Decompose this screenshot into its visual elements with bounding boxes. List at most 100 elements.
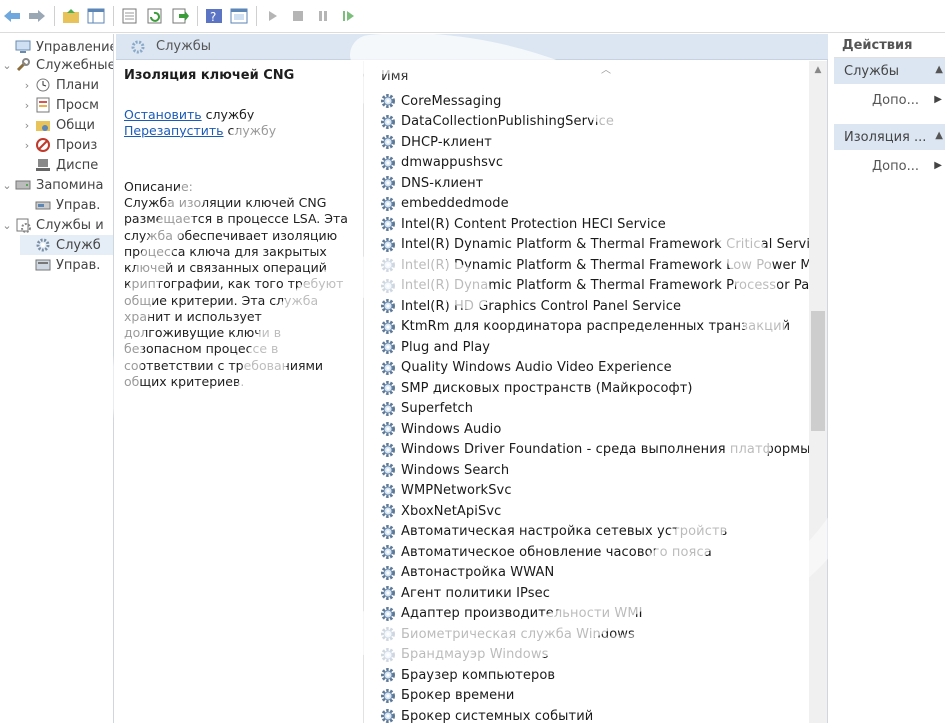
tree-item[interactable]: Управление к bbox=[0, 37, 113, 57]
service-row[interactable]: Биометрическая служба Windows bbox=[365, 624, 809, 645]
tree-item[interactable]: ⌄ Запомина bbox=[0, 175, 103, 195]
tree-item[interactable]: ⌄ Служебные bbox=[0, 55, 113, 75]
tree-item[interactable]: Диспе bbox=[20, 155, 98, 175]
play-icon[interactable] bbox=[261, 4, 285, 28]
service-row[interactable]: DataCollectionPublishingService bbox=[365, 112, 809, 133]
scroll-up-icon[interactable]: ▲ bbox=[809, 61, 827, 79]
service-row[interactable]: Intel(R) Content Protection HECI Service bbox=[365, 214, 809, 235]
stop-service-row: Остановить службу bbox=[124, 107, 355, 123]
service-row[interactable]: KtmRm для координатора распределенных тр… bbox=[365, 317, 809, 338]
properties-view-icon[interactable] bbox=[227, 4, 251, 28]
service-row[interactable]: Plug and Play bbox=[365, 337, 809, 358]
service-row[interactable]: dmwappushsvc bbox=[365, 153, 809, 174]
service-row[interactable]: embeddedmode bbox=[365, 194, 809, 215]
service-row[interactable]: DNS-клиент bbox=[365, 173, 809, 194]
service-row[interactable]: Quality Windows Audio Video Experience bbox=[365, 358, 809, 379]
service-row[interactable]: Windows Audio bbox=[365, 419, 809, 440]
service-row[interactable]: CoreMessaging bbox=[365, 91, 809, 112]
service-row[interactable]: Windows Search bbox=[365, 460, 809, 481]
chevron-right-icon[interactable]: › bbox=[20, 99, 34, 112]
service-gear-icon bbox=[379, 687, 397, 705]
help-icon[interactable]: ? bbox=[202, 4, 226, 28]
service-row[interactable]: Браузер компьютеров bbox=[365, 665, 809, 686]
restart-service-link[interactable]: Перезапустить bbox=[124, 123, 224, 138]
tree-item-label: Служб bbox=[56, 237, 101, 253]
show-hide-tree-icon[interactable] bbox=[84, 4, 108, 28]
tree-item[interactable]: › Плани bbox=[20, 75, 99, 95]
service-name: Superfetch bbox=[401, 401, 474, 417]
tree-item[interactable]: ⌄ Службы и bbox=[0, 215, 104, 235]
service-gear-icon bbox=[379, 133, 397, 151]
service-row[interactable]: Intel(R) Dynamic Platform & Thermal Fram… bbox=[365, 235, 809, 256]
column-header-name[interactable]: Имя ︿ bbox=[365, 61, 809, 91]
service-row[interactable]: Агент политики IPsec bbox=[365, 583, 809, 604]
service-row[interactable]: SMP дисковых пространств (Майкрософт) bbox=[365, 378, 809, 399]
services-gear-icon bbox=[34, 237, 52, 253]
tree-item[interactable]: › Общи bbox=[20, 115, 95, 135]
export-list-icon[interactable] bbox=[118, 4, 142, 28]
pane-header: Службы bbox=[116, 34, 828, 60]
tree-item[interactable]: Управ. bbox=[20, 255, 100, 275]
service-row[interactable]: Intel(R) Dynamic Platform & Thermal Fram… bbox=[365, 276, 809, 297]
export-icon[interactable] bbox=[168, 4, 192, 28]
service-row[interactable]: Автонастройка WWAN bbox=[365, 563, 809, 584]
back-arrow-icon[interactable] bbox=[0, 4, 24, 28]
submenu-arrow-icon: ▶ bbox=[934, 94, 942, 105]
vertical-scrollbar[interactable]: ▲ bbox=[809, 61, 827, 723]
actions-group-selected-label: Изоляция ... bbox=[844, 129, 927, 145]
service-row[interactable]: Автоматическое обновление часового пояса bbox=[365, 542, 809, 563]
resume-icon[interactable] bbox=[336, 4, 360, 28]
service-row[interactable]: DHCP-клиент bbox=[365, 132, 809, 153]
service-row[interactable]: Брандмауэр Windows bbox=[365, 645, 809, 666]
actions-group-selected-service[interactable]: Изоляция ... ▲ bbox=[834, 124, 945, 150]
tree-item[interactable]: › Произ bbox=[20, 135, 98, 155]
scrollbar-thumb[interactable] bbox=[811, 311, 825, 431]
more-actions-selected-service[interactable]: Допо... ▶ bbox=[834, 150, 945, 182]
service-name: XboxNetApiSvc bbox=[401, 503, 502, 519]
service-row[interactable]: Intel(R) Dynamic Platform & Thermal Fram… bbox=[365, 255, 809, 276]
stop-service-link[interactable]: Остановить bbox=[124, 107, 202, 122]
stop-icon[interactable] bbox=[286, 4, 310, 28]
service-row[interactable]: Superfetch bbox=[365, 399, 809, 420]
service-row[interactable]: Windows Driver Foundation - среда выполн… bbox=[365, 440, 809, 461]
service-gear-icon bbox=[379, 584, 397, 602]
service-name: Автоматическая настройка сетевых устройс… bbox=[401, 524, 728, 540]
chevron-right-icon[interactable]: › bbox=[20, 139, 34, 152]
service-row[interactable]: Брокер времени bbox=[365, 686, 809, 707]
tree-item[interactable]: Служб bbox=[20, 235, 113, 255]
svg-text:?: ? bbox=[210, 10, 216, 24]
up-folder-icon[interactable] bbox=[59, 4, 83, 28]
more-actions-services[interactable]: Допо... ▶ bbox=[834, 84, 945, 116]
more-actions-label: Допо... bbox=[872, 158, 919, 174]
forward-arrow-icon[interactable] bbox=[25, 4, 49, 28]
services-rows: CoreMessaging DataCollectionPublishingSer… bbox=[365, 91, 809, 723]
service-row[interactable]: Брокер системных событий bbox=[365, 706, 809, 723]
service-row[interactable]: Автоматическая настройка сетевых устройс… bbox=[365, 522, 809, 543]
service-row[interactable]: XboxNetApiSvc bbox=[365, 501, 809, 522]
chevron-right-icon[interactable]: › bbox=[20, 79, 34, 92]
services-apps-icon bbox=[14, 217, 32, 233]
chevron-down-icon[interactable]: ⌄ bbox=[0, 219, 14, 232]
chevron-down-icon[interactable]: ⌄ bbox=[0, 179, 14, 192]
service-row[interactable]: Intel(R) HD Graphics Control Panel Servi… bbox=[365, 296, 809, 317]
service-name: dmwappushsvc bbox=[401, 155, 504, 171]
tree-item-label: Произ bbox=[56, 137, 98, 153]
refresh-icon[interactable] bbox=[143, 4, 167, 28]
tree-item[interactable]: Управ. bbox=[20, 195, 100, 215]
service-name: Quality Windows Audio Video Experience bbox=[401, 360, 672, 376]
actions-group-services[interactable]: Службы ▲ bbox=[834, 58, 945, 84]
tree-item-label: Плани bbox=[56, 77, 99, 93]
service-row[interactable]: WMPNetworkSvc bbox=[365, 481, 809, 502]
tree-item[interactable]: › Просм bbox=[20, 95, 99, 115]
restart-service-row: Перезапустить службу bbox=[124, 123, 355, 139]
actions-pane: Действия Службы ▲ Допо... ▶ Изоляция ...… bbox=[834, 34, 945, 723]
collapse-up-icon: ▲ bbox=[935, 130, 943, 141]
service-name: WMPNetworkSvc bbox=[401, 483, 512, 499]
pane-title: Службы bbox=[156, 39, 212, 54]
chevron-down-icon[interactable]: ⌄ bbox=[0, 59, 14, 72]
service-row[interactable]: Адаптер производительности WMI bbox=[365, 604, 809, 625]
pause-icon[interactable] bbox=[311, 4, 335, 28]
wmi-control-icon bbox=[34, 257, 52, 273]
service-gear-icon bbox=[379, 461, 397, 479]
chevron-right-icon[interactable]: › bbox=[20, 119, 34, 132]
